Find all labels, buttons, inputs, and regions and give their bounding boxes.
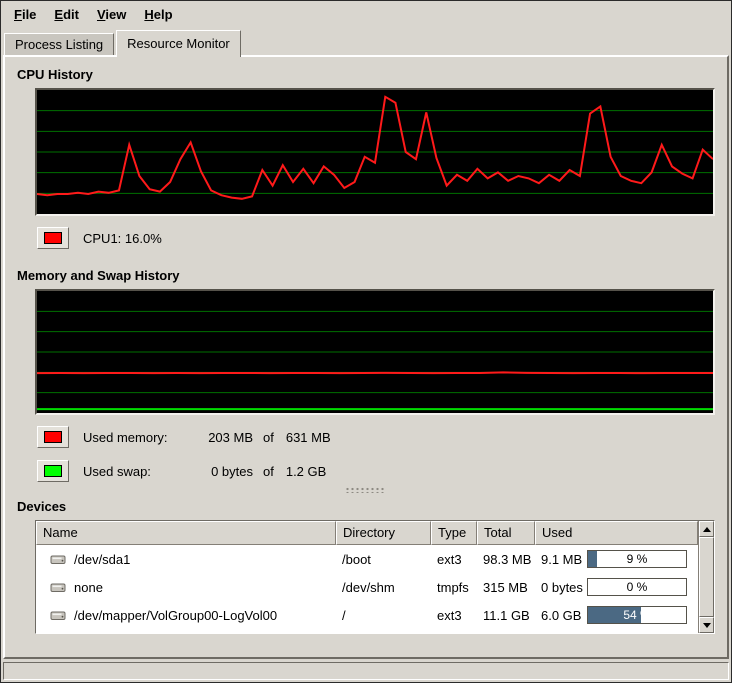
- swap-color-swatch-button[interactable]: [37, 460, 69, 482]
- swap-of-text: of: [263, 464, 274, 479]
- usage-percent: 9 %: [588, 551, 686, 567]
- devices-table-body: /dev/sda1 /boot ext3 98.3 MB 9.1 MB 9 %: [36, 545, 698, 633]
- memory-used-value: 203 MB: [191, 430, 253, 445]
- scroll-down-button[interactable]: [699, 617, 714, 633]
- drive-icon: [50, 552, 67, 566]
- devices-title: Devices: [17, 499, 715, 514]
- device-directory: /dev/shm: [336, 580, 431, 595]
- swap-color-swatch: [44, 465, 62, 477]
- device-type: tmpfs: [431, 580, 477, 595]
- devices-scrollbar[interactable]: [698, 521, 714, 633]
- memory-of-text: of: [263, 430, 274, 445]
- table-row[interactable]: none /dev/shm tmpfs 315 MB 0 bytes 0 %: [36, 573, 698, 601]
- usage-bar: 54 %: [587, 606, 687, 624]
- usage-bar: 0 %: [587, 578, 687, 596]
- swap-legend: Used swap: 0 bytes of 1.2 GB: [37, 459, 715, 483]
- usage-percent: 54 %: [588, 607, 686, 623]
- device-name: none: [74, 580, 103, 595]
- devices-table-container: Name Directory Type Total Used /dev/sda1…: [35, 520, 715, 634]
- device-total: 11.1 GB: [477, 608, 535, 623]
- usage-percent: 0 %: [588, 579, 686, 595]
- device-used: 9.1 MB: [541, 552, 582, 567]
- swap-legend-label: Used swap:: [83, 464, 191, 479]
- triangle-up-icon: [703, 527, 711, 532]
- tab-bar: Process Listing Resource Monitor: [1, 27, 731, 55]
- cpu-legend: CPU1: 16.0%: [37, 226, 715, 250]
- cpu-history-plot: [37, 90, 713, 214]
- devices-table-header: Name Directory Type Total Used: [36, 521, 698, 545]
- memory-swap-plot: [37, 291, 713, 413]
- menu-bar: File Edit View Help: [1, 1, 731, 27]
- swap-used-value: 0 bytes: [191, 464, 253, 479]
- status-bar: [3, 662, 729, 680]
- device-used: 0 bytes: [541, 580, 583, 595]
- drive-icon: [50, 580, 67, 594]
- cpu-history-graph: [35, 88, 715, 216]
- tab-process-listing[interactable]: Process Listing: [4, 33, 114, 55]
- scroll-up-button[interactable]: [699, 521, 714, 537]
- devices-table: Name Directory Type Total Used /dev/sda1…: [36, 521, 698, 633]
- scrollbar-thumb[interactable]: [699, 537, 714, 617]
- grip-dots-icon: [345, 487, 385, 493]
- menu-view[interactable]: View: [88, 3, 135, 25]
- memory-total-value: 631 MB: [286, 430, 331, 445]
- memory-color-swatch-button[interactable]: [37, 426, 69, 448]
- table-row[interactable]: /dev/mapper/VolGroup00-LogVol00 / ext3 1…: [36, 601, 698, 629]
- pane-resize-handle[interactable]: [15, 485, 715, 495]
- system-monitor-window: File Edit View Help Process Listing Reso…: [0, 0, 732, 683]
- memory-swap-graph: [35, 289, 715, 415]
- menu-edit[interactable]: Edit: [45, 3, 88, 25]
- triangle-down-icon: [703, 623, 711, 628]
- device-type: ext3: [431, 608, 477, 623]
- memory-color-swatch: [44, 431, 62, 443]
- memory-legend: Used memory: 203 MB of 631 MB: [37, 425, 715, 449]
- cpu-color-swatch: [44, 232, 62, 244]
- table-row[interactable]: /dev/sda1 /boot ext3 98.3 MB 9.1 MB 9 %: [36, 545, 698, 573]
- column-header-used[interactable]: Used: [535, 521, 698, 545]
- column-header-name[interactable]: Name: [36, 521, 336, 545]
- memory-history-title: Memory and Swap History: [17, 268, 715, 283]
- column-header-directory[interactable]: Directory: [336, 521, 431, 545]
- column-header-total[interactable]: Total: [477, 521, 535, 545]
- resource-monitor-panel: CPU History CPU1: 16.0% Memory and Swap …: [3, 55, 729, 659]
- device-name: /dev/mapper/VolGroup00-LogVol00: [74, 608, 277, 623]
- tab-resource-monitor[interactable]: Resource Monitor: [116, 30, 241, 57]
- device-directory: /: [336, 608, 431, 623]
- device-used: 6.0 GB: [541, 608, 581, 623]
- cpu-legend-label: CPU1: 16.0%: [83, 231, 162, 246]
- menu-file[interactable]: File: [5, 3, 45, 25]
- device-total: 98.3 MB: [477, 552, 535, 567]
- cpu-history-title: CPU History: [17, 67, 715, 82]
- device-type: ext3: [431, 552, 477, 567]
- memory-legend-label: Used memory:: [83, 430, 191, 445]
- drive-icon: [50, 608, 67, 622]
- swap-total-value: 1.2 GB: [286, 464, 326, 479]
- column-header-type[interactable]: Type: [431, 521, 477, 545]
- device-total: 315 MB: [477, 580, 535, 595]
- menu-help[interactable]: Help: [135, 3, 181, 25]
- usage-bar: 9 %: [587, 550, 687, 568]
- device-name: /dev/sda1: [74, 552, 130, 567]
- device-directory: /boot: [336, 552, 431, 567]
- cpu-color-swatch-button[interactable]: [37, 227, 69, 249]
